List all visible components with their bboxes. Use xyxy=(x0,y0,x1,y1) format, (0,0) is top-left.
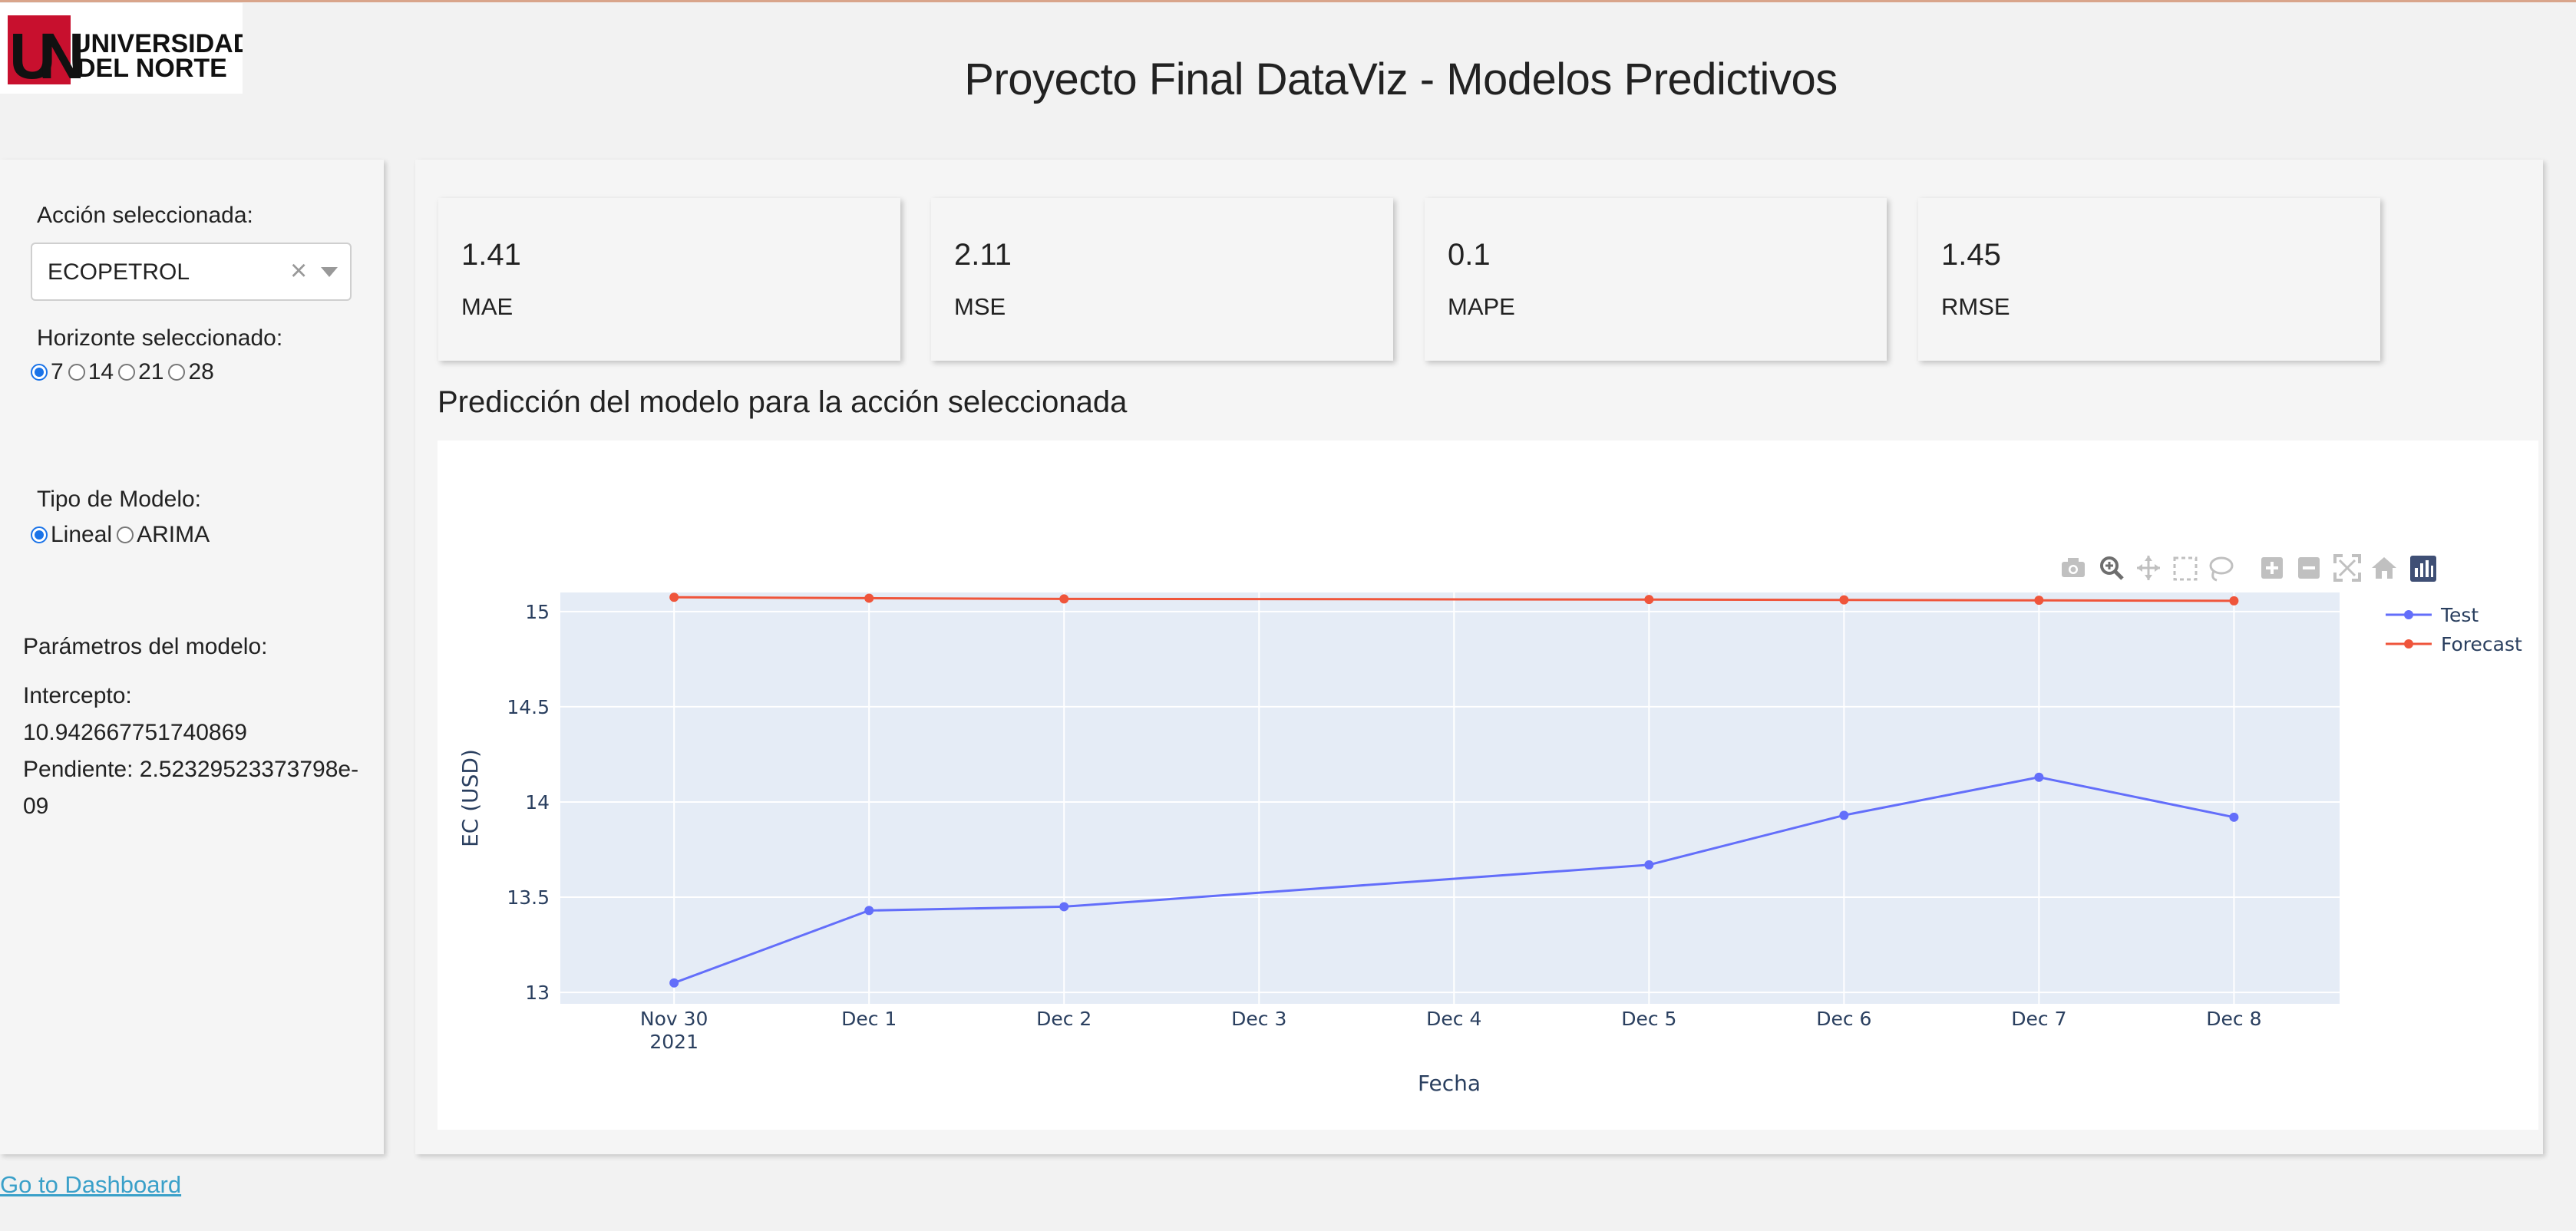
metric-value: 0.1 xyxy=(1448,238,1491,272)
go-to-dashboard-link[interactable]: Go to Dashboard xyxy=(0,1171,181,1199)
horizon-option-28[interactable]: 28 xyxy=(168,359,214,385)
forecast-point xyxy=(2034,596,2044,606)
x-tick-label: Dec 3 xyxy=(1231,1008,1286,1030)
radio-button[interactable] xyxy=(168,364,186,381)
legend-marker xyxy=(2404,639,2413,649)
horizon-option-7[interactable]: 7 xyxy=(31,359,64,385)
metric-card-mae: 1.41 MAE xyxy=(438,198,900,361)
slope-value: Pendiente: 2.52329523373798e- xyxy=(23,757,359,782)
chart-legend[interactable]: Test Forecast xyxy=(2386,604,2522,655)
metric-value: 1.41 xyxy=(461,238,521,272)
box-select-icon[interactable] xyxy=(2173,556,2198,581)
home-icon[interactable] xyxy=(2372,557,2396,579)
params-title: Parámetros del modelo: xyxy=(23,634,268,659)
action-dropdown-value: ECOPETROL xyxy=(48,259,190,285)
metric-value: 2.11 xyxy=(954,238,1012,272)
metric-value: 1.45 xyxy=(1941,238,2001,272)
x-tick-sublabel: 2021 xyxy=(649,1031,698,1053)
metric-card-rmse: 1.45 RMSE xyxy=(1918,198,2380,361)
x-tick-label: Dec 4 xyxy=(1426,1008,1481,1030)
page-title: Proyecto Final DataViz - Modelos Predict… xyxy=(964,54,1838,104)
x-axis-title: Fecha xyxy=(1418,1071,1481,1096)
chevron-down-icon[interactable] xyxy=(321,267,338,277)
prediction-chart[interactable]: Nov 302021 Dec 1 Dec 2 Dec 3 Dec 4 Dec 5 Dec 6… xyxy=(438,441,2538,1130)
x-tick-label: Dec 6 xyxy=(1816,1008,1871,1030)
y-tick-label: 13.5 xyxy=(507,886,550,909)
model-option-lineal[interactable]: Lineal xyxy=(31,522,112,548)
x-tick-label: Dec 7 xyxy=(2011,1008,2066,1030)
forecast-point xyxy=(2229,596,2239,606)
chart-container: Nov 30 2021 Dec 1 Dec 2 Dec 3 Dec 4 Dec 5 Dec 6… xyxy=(438,441,2538,1130)
x-tick-label: Dec 1 xyxy=(841,1008,897,1030)
test-point xyxy=(2229,812,2239,822)
horizon-label: Horizonte seleccionado: xyxy=(37,325,283,351)
radio-button[interactable] xyxy=(68,364,85,381)
test-point xyxy=(1059,902,1069,912)
y-axis-title: EC (USD) xyxy=(457,749,483,847)
forecast-point xyxy=(669,592,679,602)
modebar xyxy=(2062,554,2436,582)
plotly-logo-icon[interactable] xyxy=(2410,556,2436,582)
x-tick-label: Dec 8 xyxy=(2206,1008,2261,1030)
action-dropdown[interactable]: ECOPETROL × xyxy=(31,243,352,301)
intercept-value: 10.942667751740869 xyxy=(23,720,247,745)
top-border xyxy=(0,0,2576,2)
clear-icon[interactable]: × xyxy=(290,255,307,288)
zoom-out-icon[interactable] xyxy=(2298,557,2320,579)
model-option-arima[interactable]: ARIMA xyxy=(117,522,210,548)
radio-button[interactable] xyxy=(117,526,134,543)
zoom-in-icon[interactable] xyxy=(2261,557,2283,579)
metric-name: RMSE xyxy=(1941,293,2010,320)
y-tick-label: 13 xyxy=(525,982,550,1004)
forecast-point xyxy=(1839,595,1849,605)
main-panel: 1.41 MAE 2.11 MSE 0.1 MAPE 1.45 RMSE Pre… xyxy=(415,160,2543,1154)
test-point xyxy=(1839,810,1849,820)
metric-name: MSE xyxy=(954,293,1006,320)
horizon-radio-group: 7 14 21 28 xyxy=(31,359,219,385)
lasso-icon[interactable] xyxy=(2209,556,2234,582)
x-axis-ticks: Nov 302021 Dec 1 Dec 2 Dec 3 Dec 4 Dec 5 Dec 6… xyxy=(640,1008,2262,1053)
radio-button[interactable] xyxy=(31,364,48,381)
autoscale-icon[interactable] xyxy=(2333,554,2361,582)
horizon-option-21[interactable]: 21 xyxy=(118,359,163,385)
test-point xyxy=(1644,860,1654,870)
plot-background xyxy=(560,592,2340,1004)
legend-label: Forecast xyxy=(2441,633,2522,655)
sidebar: Acción seleccionada: ECOPETROL × Horizon… xyxy=(0,160,384,1154)
intercept-label: Intercepto: xyxy=(23,683,132,708)
y-tick-label: 14 xyxy=(525,791,550,814)
legend-label: Test xyxy=(2440,604,2479,626)
x-tick-label: Dec 2 xyxy=(1036,1008,1091,1030)
forecast-point xyxy=(1059,594,1069,604)
zoom-icon[interactable] xyxy=(2100,556,2124,580)
test-point xyxy=(2034,772,2044,782)
model-type-label: Tipo de Modelo: xyxy=(37,487,202,512)
radio-button[interactable] xyxy=(31,526,48,543)
y-tick-label: 14.5 xyxy=(507,696,550,718)
model-radio-group: Lineal ARIMA xyxy=(31,522,214,548)
chart-section-title: Predicción del modelo para la acción sel… xyxy=(438,385,1128,419)
x-tick-label: Nov 30 xyxy=(640,1008,708,1030)
forecast-point xyxy=(864,593,874,603)
metric-name: MAE xyxy=(461,293,514,320)
x-tick-label: Dec 5 xyxy=(1621,1008,1676,1030)
action-label: Acción seleccionada: xyxy=(37,203,253,228)
forecast-point xyxy=(1644,595,1654,605)
camera-icon[interactable] xyxy=(2062,558,2085,577)
test-point xyxy=(669,978,679,988)
metric-card-mse: 2.11 MSE xyxy=(931,198,1393,361)
radio-button[interactable] xyxy=(118,364,136,381)
legend-marker xyxy=(2404,610,2413,619)
y-tick-label: 15 xyxy=(525,601,550,623)
metric-name: MAPE xyxy=(1448,293,1515,320)
slope-value-cont: 09 xyxy=(23,794,49,819)
y-axis-ticks: 13 13.5 14 14.5 15 xyxy=(507,601,550,1004)
horizon-option-14[interactable]: 14 xyxy=(68,359,114,385)
metric-card-mape: 0.1 MAPE xyxy=(1425,198,1887,361)
pan-icon[interactable] xyxy=(2137,556,2160,580)
test-point xyxy=(864,906,874,916)
